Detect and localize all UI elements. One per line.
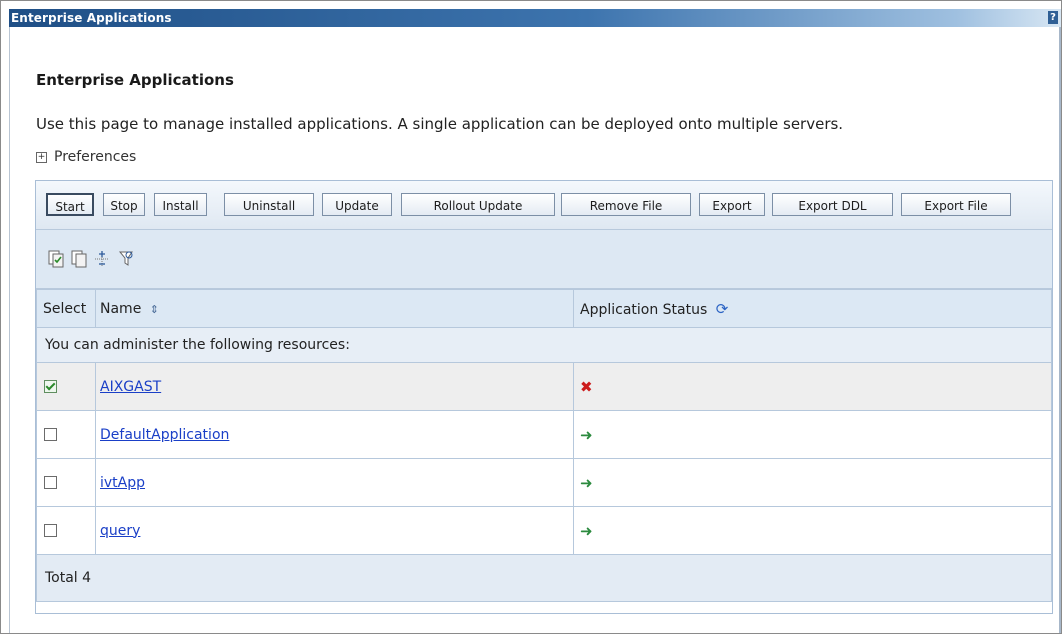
button-bar: Start Stop Install Uninstall Update Roll… xyxy=(36,181,1052,230)
title-bar: Enterprise Applications ? xyxy=(9,9,1061,27)
table-row[interactable]: query ➜ xyxy=(36,506,1052,555)
table-row[interactable]: DefaultApplication ➜ xyxy=(36,410,1052,459)
name-column-header[interactable]: Name ⇕ xyxy=(95,289,574,328)
export-button[interactable]: Export xyxy=(699,193,765,216)
icon-toolbar xyxy=(36,230,1052,289)
app-link[interactable]: DefaultApplication xyxy=(100,427,229,443)
expand-plus-icon[interactable]: + xyxy=(36,151,47,163)
app-window: Enterprise Applications ? Enterprise App… xyxy=(0,0,1062,634)
remove-file-button[interactable]: Remove File xyxy=(561,193,691,216)
applications-panel: Start Stop Install Uninstall Update Roll… xyxy=(35,180,1053,614)
install-button[interactable]: Install xyxy=(154,193,207,216)
expand-all-icon[interactable] xyxy=(94,250,110,268)
row-checkbox[interactable] xyxy=(44,380,57,393)
update-button[interactable]: Update xyxy=(322,193,392,216)
export-ddl-button[interactable]: Export DDL xyxy=(772,193,893,216)
sort-icon[interactable]: ⇕ xyxy=(150,303,159,316)
app-link[interactable]: ivtApp xyxy=(100,475,145,491)
row-checkbox[interactable] xyxy=(44,476,57,489)
left-border xyxy=(9,27,10,633)
page-description: Use this page to manage installed applic… xyxy=(36,115,844,133)
applications-table: Select Name ⇕ Application Status ⟳ You c… xyxy=(36,289,1052,602)
start-button[interactable]: Start xyxy=(46,193,94,216)
scrollbar-edge xyxy=(1059,27,1061,633)
page-title: Enterprise Applications xyxy=(36,71,234,89)
started-status-icon: ➜ xyxy=(580,521,593,540)
stopped-status-icon: ✖ xyxy=(580,377,593,396)
help-icon[interactable]: ? xyxy=(1048,11,1058,24)
deselect-all-icon[interactable] xyxy=(71,250,87,268)
table-header: Select Name ⇕ Application Status ⟳ xyxy=(36,289,1052,328)
table-row[interactable]: AIXGAST ✖ xyxy=(36,362,1052,411)
uninstall-button[interactable]: Uninstall xyxy=(224,193,314,216)
preferences-label: Preferences xyxy=(54,149,137,165)
window-title: Enterprise Applications xyxy=(11,11,172,25)
app-link[interactable]: query xyxy=(100,523,140,539)
select-all-icon[interactable] xyxy=(48,250,64,268)
filter-icon[interactable] xyxy=(118,250,134,268)
status-header-label: Application Status xyxy=(580,301,708,318)
total-row: Total 4 xyxy=(36,554,1052,602)
app-link[interactable]: AIXGAST xyxy=(100,379,161,395)
name-header-label: Name xyxy=(100,300,142,317)
stop-button[interactable]: Stop xyxy=(103,193,145,216)
table-row[interactable]: ivtApp ➜ xyxy=(36,458,1052,507)
select-header-label: Select xyxy=(43,300,87,317)
row-checkbox[interactable] xyxy=(44,524,57,537)
select-column-header: Select xyxy=(36,289,96,328)
total-count: Total 4 xyxy=(36,554,1052,602)
started-status-icon: ➜ xyxy=(580,425,593,444)
started-status-icon: ➜ xyxy=(580,473,593,492)
refresh-icon[interactable]: ⟳ xyxy=(716,300,729,318)
export-file-button[interactable]: Export File xyxy=(901,193,1011,216)
preferences-toggle[interactable]: + Preferences xyxy=(36,149,136,165)
row-checkbox[interactable] xyxy=(44,428,57,441)
info-text: You can administer the following resourc… xyxy=(36,327,1052,363)
info-row: You can administer the following resourc… xyxy=(36,327,1052,363)
rollout-update-button[interactable]: Rollout Update xyxy=(401,193,555,216)
status-column-header: Application Status ⟳ xyxy=(573,289,1052,328)
